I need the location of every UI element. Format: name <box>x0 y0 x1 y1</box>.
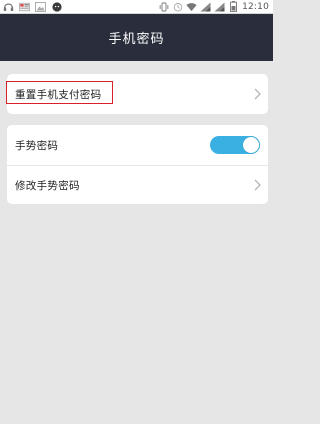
signal-2-icon <box>214 2 225 12</box>
headset-icon <box>3 2 14 12</box>
change-gesture-password-label: 修改手势密码 <box>15 179 80 192</box>
alarm-icon <box>172 2 183 12</box>
reset-pay-password-label: 重置手机支付密码 <box>15 88 102 101</box>
battery-icon <box>228 1 239 12</box>
title-bar: 手机密码 <box>0 14 273 61</box>
gesture-password-card: 手势密码 修改手势密码 <box>7 125 268 204</box>
wechat-icon <box>51 1 62 12</box>
gesture-password-row: 手势密码 <box>7 125 268 165</box>
gallery-icon <box>19 2 30 12</box>
reset-pay-password-card: 重置手机支付密码 <box>7 74 268 114</box>
page-title: 手机密码 <box>108 32 165 47</box>
image-icon <box>35 1 46 12</box>
chevron-right-icon <box>254 88 261 100</box>
chevron-right-icon <box>254 179 261 191</box>
change-gesture-password-row[interactable]: 修改手势密码 <box>7 165 268 205</box>
status-bar-system: 12:10 <box>158 1 273 12</box>
signal-1-icon <box>200 2 211 12</box>
toggle-knob <box>243 137 259 153</box>
gesture-password-toggle[interactable] <box>210 136 260 154</box>
wifi-icon <box>186 2 197 12</box>
status-bar-time: 12:10 <box>242 1 269 12</box>
vibrate-icon <box>158 2 169 12</box>
status-bar-notifications <box>0 1 158 12</box>
reset-pay-password-row[interactable]: 重置手机支付密码 <box>7 74 268 114</box>
status-bar: 12:10 <box>0 0 273 14</box>
